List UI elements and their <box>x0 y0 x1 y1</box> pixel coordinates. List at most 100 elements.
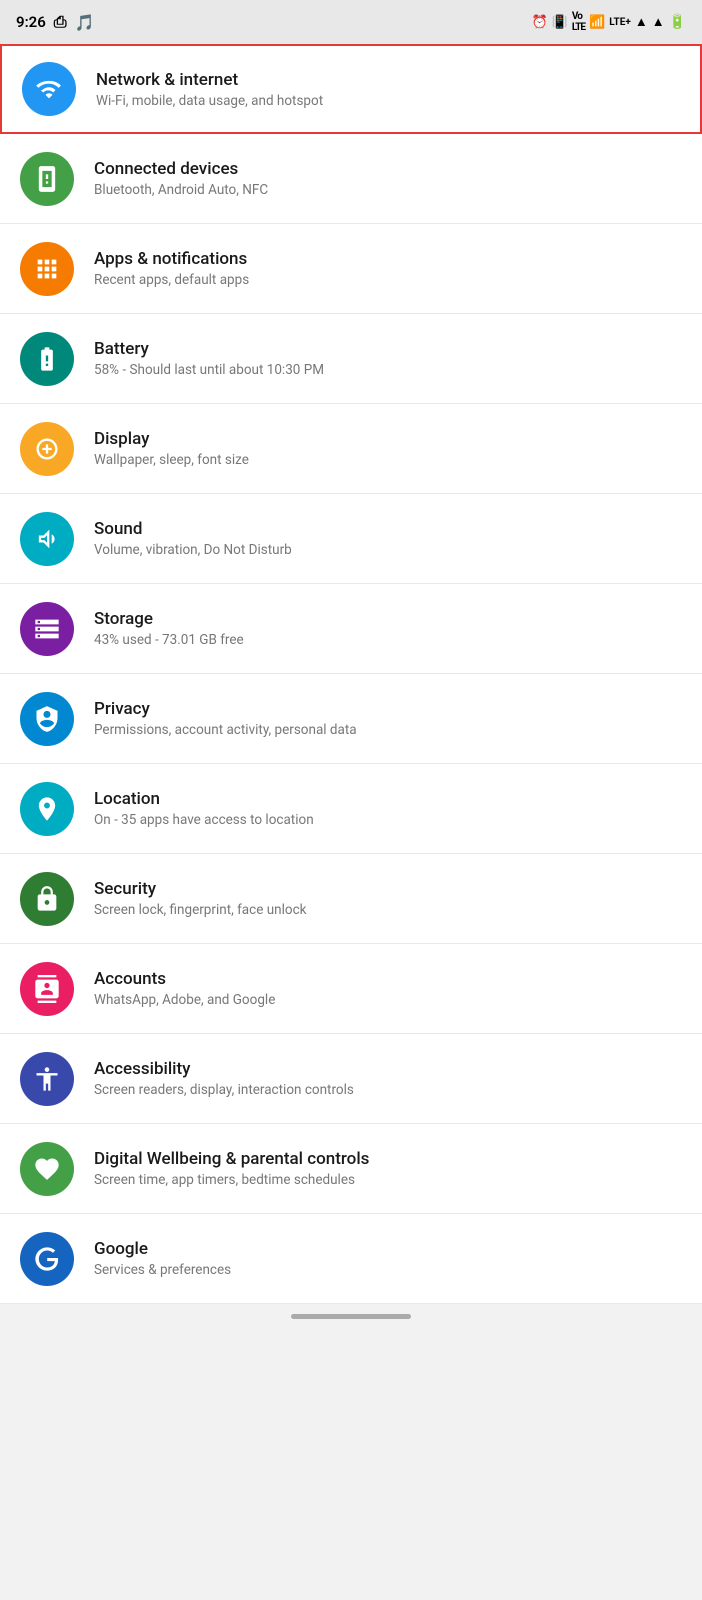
settings-list: Network & internet Wi-Fi, mobile, data u… <box>0 44 702 1304</box>
connected-subtitle: Bluetooth, Android Auto, NFC <box>94 182 682 198</box>
storage-icon <box>33 615 61 643</box>
lte-icon: LTE+ <box>609 17 631 28</box>
status-left: 9:26 ⎙ 🎵 <box>16 12 95 32</box>
shazam-icon: 🎵 <box>75 13 95 32</box>
connected-icon <box>33 165 61 193</box>
settings-item-digital[interactable]: Digital Wellbeing & parental controls Sc… <box>0 1124 702 1214</box>
display-icon-circle <box>20 422 74 476</box>
digital-wellbeing-icon <box>33 1155 61 1183</box>
battery-settings-icon <box>33 345 61 373</box>
settings-item-accessibility[interactable]: Accessibility Screen readers, display, i… <box>0 1034 702 1124</box>
connected-icon-circle <box>20 152 74 206</box>
settings-item-display[interactable]: Display Wallpaper, sleep, font size <box>0 404 702 494</box>
privacy-icon-circle <box>20 692 74 746</box>
connected-title: Connected devices <box>94 159 682 179</box>
digital-icon-circle <box>20 1142 74 1196</box>
google-title: Google <box>94 1239 682 1259</box>
location-icon <box>33 795 61 823</box>
battery-title: Battery <box>94 339 682 359</box>
settings-item-battery[interactable]: Battery 58% - Should last until about 10… <box>0 314 702 404</box>
storage-title: Storage <box>94 609 682 629</box>
network-subtitle: Wi-Fi, mobile, data usage, and hotspot <box>96 93 680 109</box>
apps-title: Apps & notifications <box>94 249 682 269</box>
accounts-subtitle: WhatsApp, Adobe, and Google <box>94 992 682 1008</box>
display-icon <box>33 435 61 463</box>
settings-item-connected[interactable]: Connected devices Bluetooth, Android Aut… <box>0 134 702 224</box>
security-text: Security Screen lock, fingerprint, face … <box>94 879 682 918</box>
battery-subtitle: 58% - Should last until about 10:30 PM <box>94 362 682 378</box>
location-text: Location On - 35 apps have access to loc… <box>94 789 682 828</box>
network-text: Network & internet Wi-Fi, mobile, data u… <box>96 70 680 109</box>
sound-title: Sound <box>94 519 682 539</box>
apps-subtitle: Recent apps, default apps <box>94 272 682 288</box>
settings-item-accounts[interactable]: Accounts WhatsApp, Adobe, and Google <box>0 944 702 1034</box>
accounts-text: Accounts WhatsApp, Adobe, and Google <box>94 969 682 1008</box>
vibrate-icon: 📳 <box>552 15 568 30</box>
privacy-icon <box>33 705 61 733</box>
settings-item-google[interactable]: Google Services & preferences <box>0 1214 702 1304</box>
accounts-title: Accounts <box>94 969 682 989</box>
battery-icon-circle <box>20 332 74 386</box>
apps-text: Apps & notifications Recent apps, defaul… <box>94 249 682 288</box>
settings-item-storage[interactable]: Storage 43% used - 73.01 GB free <box>0 584 702 674</box>
display-subtitle: Wallpaper, sleep, font size <box>94 452 682 468</box>
storage-text: Storage 43% used - 73.01 GB free <box>94 609 682 648</box>
settings-item-security[interactable]: Security Screen lock, fingerprint, face … <box>0 854 702 944</box>
digital-text: Digital Wellbeing & parental controls Sc… <box>94 1149 682 1188</box>
signal1-icon: ▲ <box>635 14 648 30</box>
digital-subtitle: Screen time, app timers, bedtime schedul… <box>94 1172 682 1188</box>
settings-item-network[interactable]: Network & internet Wi-Fi, mobile, data u… <box>0 44 702 134</box>
google-icon-circle <box>20 1232 74 1286</box>
status-time: 9:26 <box>16 13 46 31</box>
settings-item-location[interactable]: Location On - 35 apps have access to loc… <box>0 764 702 854</box>
settings-item-sound[interactable]: Sound Volume, vibration, Do Not Disturb <box>0 494 702 584</box>
nav-pill <box>291 1314 411 1319</box>
accessibility-subtitle: Screen readers, display, interaction con… <box>94 1082 682 1098</box>
accessibility-icon <box>33 1065 61 1093</box>
location-icon-circle <box>20 782 74 836</box>
privacy-subtitle: Permissions, account activity, personal … <box>94 722 682 738</box>
alarm-icon: ⏰ <box>532 15 548 30</box>
storage-subtitle: 43% used - 73.01 GB free <box>94 632 682 648</box>
accounts-icon <box>33 975 61 1003</box>
privacy-text: Privacy Permissions, account activity, p… <box>94 699 682 738</box>
battery-icon: 🔋 <box>669 14 686 30</box>
location-title: Location <box>94 789 682 809</box>
digital-title: Digital Wellbeing & parental controls <box>94 1149 682 1169</box>
screenshot-icon: ⎙ <box>54 12 67 32</box>
settings-item-apps[interactable]: Apps & notifications Recent apps, defaul… <box>0 224 702 314</box>
sound-icon <box>33 525 61 553</box>
network-icon-circle <box>22 62 76 116</box>
display-title: Display <box>94 429 682 449</box>
google-subtitle: Services & preferences <box>94 1262 682 1278</box>
google-text: Google Services & preferences <box>94 1239 682 1278</box>
sound-icon-circle <box>20 512 74 566</box>
nav-bar <box>0 1304 702 1335</box>
status-bar: 9:26 ⎙ 🎵 ⏰ 📳 VoLTE 📶 LTE+ ▲ ▲ 🔋 <box>0 0 702 44</box>
accessibility-icon-circle <box>20 1052 74 1106</box>
connected-text: Connected devices Bluetooth, Android Aut… <box>94 159 682 198</box>
accessibility-text: Accessibility Screen readers, display, i… <box>94 1059 682 1098</box>
privacy-title: Privacy <box>94 699 682 719</box>
security-subtitle: Screen lock, fingerprint, face unlock <box>94 902 682 918</box>
location-subtitle: On - 35 apps have access to location <box>94 812 682 828</box>
apps-icon <box>33 255 61 283</box>
battery-text: Battery 58% - Should last until about 10… <box>94 339 682 378</box>
settings-item-privacy[interactable]: Privacy Permissions, account activity, p… <box>0 674 702 764</box>
security-icon-circle <box>20 872 74 926</box>
sound-subtitle: Volume, vibration, Do Not Disturb <box>94 542 682 558</box>
google-icon <box>33 1245 61 1273</box>
display-text: Display Wallpaper, sleep, font size <box>94 429 682 468</box>
signal2-icon: ▲ <box>652 14 665 30</box>
security-icon <box>33 885 61 913</box>
status-right: ⏰ 📳 VoLTE 📶 LTE+ ▲ ▲ 🔋 <box>532 11 686 33</box>
sound-text: Sound Volume, vibration, Do Not Disturb <box>94 519 682 558</box>
accounts-icon-circle <box>20 962 74 1016</box>
network-title: Network & internet <box>96 70 680 90</box>
volte-icon: VoLTE <box>572 11 585 33</box>
storage-icon-circle <box>20 602 74 656</box>
wifi-calling-icon: 📶 <box>589 15 605 30</box>
accessibility-title: Accessibility <box>94 1059 682 1079</box>
security-title: Security <box>94 879 682 899</box>
wifi-icon <box>35 75 63 103</box>
